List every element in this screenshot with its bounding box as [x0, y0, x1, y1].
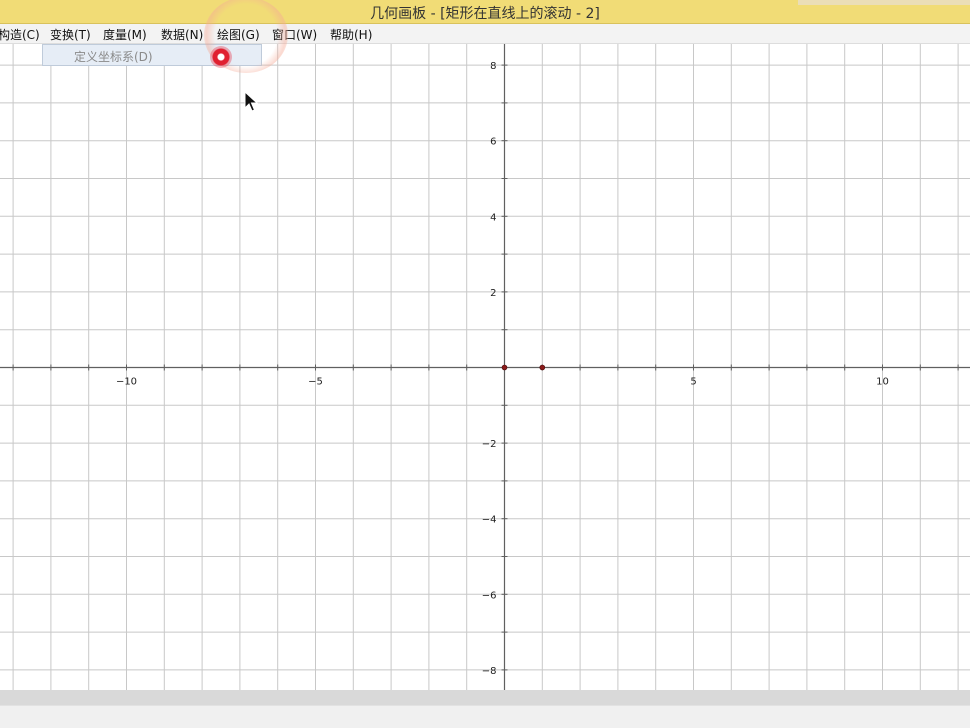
y-tick-label: 6: [490, 137, 496, 148]
y-tick-label: −4: [482, 515, 497, 526]
x-tick-label: −10: [116, 377, 137, 388]
title-bar: 几何画板 - [矩形在直线上的滚动 - 2]: [0, 0, 970, 24]
origin-point[interactable]: [501, 364, 508, 371]
y-tick-label: 4: [490, 212, 496, 223]
menu-window[interactable]: 窗口(W): [272, 26, 317, 43]
sketch-canvas[interactable]: −10 −5 5 10 8 6 4 2 −2 −4 −6 −8: [0, 44, 970, 690]
status-bar: [0, 705, 970, 728]
menu-measure[interactable]: 度量(M): [103, 26, 147, 43]
x-tick-label: 10: [876, 377, 889, 388]
horizontal-scrollbar[interactable]: [0, 690, 970, 705]
window-title: 几何画板 - [矩形在直线上的滚动 - 2]: [370, 6, 600, 22]
unit-point[interactable]: [539, 364, 546, 371]
menu-construct[interactable]: 构造(C): [0, 26, 40, 43]
define-coordinate-system-item[interactable]: 定义坐标系(D): [74, 48, 153, 65]
y-tick-label: 8: [490, 61, 496, 72]
menu-data[interactable]: 数据(N): [161, 26, 203, 43]
menu-transform[interactable]: 变换(T): [50, 26, 91, 43]
click-indicator: [210, 46, 232, 68]
x-tick-label: −5: [308, 377, 323, 388]
y-tick-label: −6: [482, 590, 497, 601]
y-tick-label: 2: [490, 288, 496, 299]
x-tick-label: 5: [690, 377, 696, 388]
y-tick-label: −8: [482, 666, 497, 677]
menu-bar: 构造(C) 变换(T) 度量(M) 数据(N) 绘图(G) 窗口(W) 帮助(H…: [0, 24, 970, 44]
y-tick-label: −2: [482, 439, 497, 450]
menu-help[interactable]: 帮助(H): [330, 26, 372, 43]
menu-graph[interactable]: 绘图(G): [217, 26, 260, 43]
mouse-cursor-icon: [244, 91, 258, 112]
